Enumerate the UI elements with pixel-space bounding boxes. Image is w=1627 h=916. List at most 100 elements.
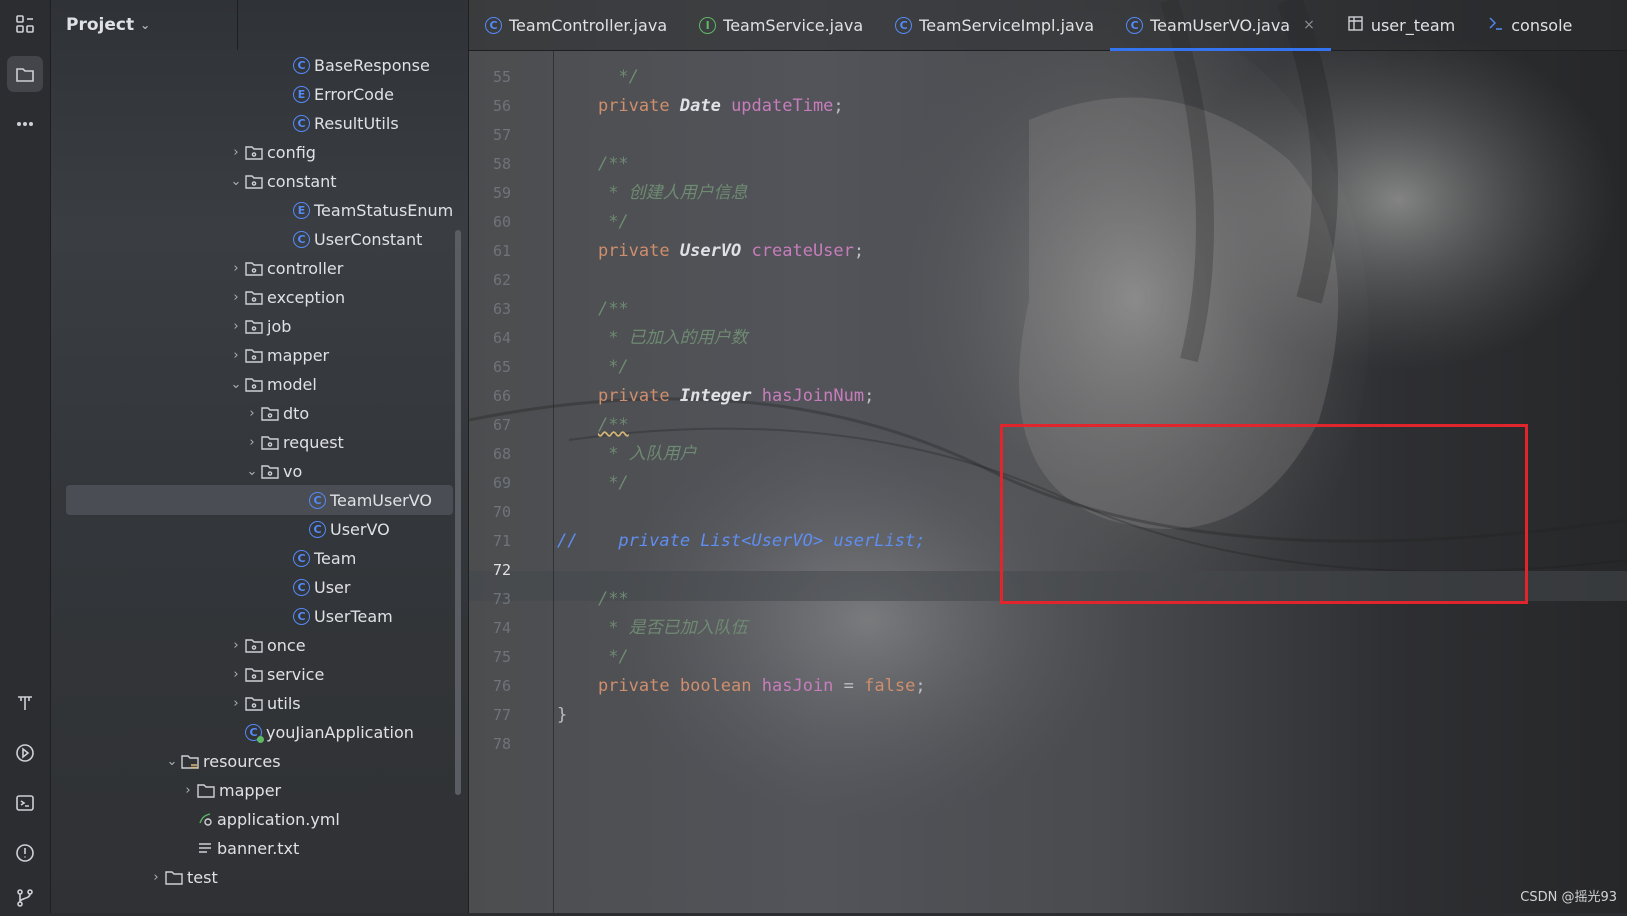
terminal-icon[interactable] (7, 785, 43, 821)
code-line-55[interactable]: */ (557, 62, 638, 92)
code-line-73[interactable]: /** (557, 584, 629, 614)
tree-item-banner-txt[interactable]: ›banner.txt (51, 833, 459, 863)
line-number[interactable]: 60 (469, 207, 511, 237)
chevron-right-icon[interactable]: › (227, 319, 245, 334)
tree-item-service[interactable]: › service (51, 659, 459, 689)
close-icon[interactable]: × (1303, 17, 1315, 33)
chevron-down-icon[interactable]: ⌄ (227, 174, 245, 189)
project-scrollbar[interactable] (455, 230, 461, 795)
line-number[interactable]: 73 (469, 584, 511, 614)
line-number[interactable]: 74 (469, 613, 511, 643)
tree-item-resources[interactable]: ⌄ resources (51, 746, 459, 776)
code-line-69[interactable]: */ (557, 468, 628, 498)
chevron-down-icon[interactable]: ⌄ (163, 754, 181, 769)
line-number[interactable]: 77 (469, 700, 511, 730)
line-number[interactable]: 68 (469, 439, 511, 469)
line-number[interactable]: 59 (469, 178, 511, 208)
code-line-71[interactable]: // private List<UserVO> userList; (557, 526, 925, 556)
tree-item-user[interactable]: ›CUser (51, 572, 459, 602)
line-number[interactable]: 67 (469, 410, 511, 440)
chevron-right-icon[interactable]: › (227, 290, 245, 305)
tree-item-userconstant[interactable]: ›CUserConstant (51, 224, 459, 254)
tree-item-constant[interactable]: ⌄ constant (51, 166, 459, 196)
line-number[interactable]: 78 (469, 729, 511, 759)
code-line-68[interactable]: * 入队用户 (557, 439, 696, 469)
line-number[interactable]: 57 (469, 120, 511, 150)
code-line-75[interactable]: */ (557, 642, 628, 672)
chevron-right-icon[interactable]: › (227, 638, 245, 653)
problems-icon[interactable] (7, 835, 43, 871)
tree-item-config[interactable]: › config (51, 137, 459, 167)
code-line-77[interactable]: } (557, 700, 567, 730)
chevron-right-icon[interactable]: › (179, 783, 197, 798)
tree-item-application-yml[interactable]: ›application.yml (51, 804, 459, 834)
tree-item-teamuservo[interactable]: ›CTeamUserVO (66, 485, 453, 515)
chevron-right-icon[interactable]: › (227, 145, 245, 160)
line-number[interactable]: 58 (469, 149, 511, 179)
line-number[interactable]: 64 (469, 323, 511, 353)
tab-teamserviceimpl[interactable]: C TeamServiceImpl.java (879, 0, 1110, 50)
chevron-down-icon[interactable]: ⌄ (227, 377, 245, 392)
tab-teamcontroller[interactable]: C TeamController.java (469, 0, 683, 50)
tree-item-once[interactable]: › once (51, 630, 459, 660)
tab-console[interactable]: console (1471, 0, 1588, 50)
line-number[interactable]: 66 (469, 381, 511, 411)
line-number[interactable]: 61 (469, 236, 511, 266)
tree-item-mapper[interactable]: › mapper (51, 775, 459, 805)
chevron-down-icon[interactable]: ⌄ (243, 464, 261, 479)
tree-item-baseresponse[interactable]: ›CBaseResponse (51, 50, 459, 80)
line-number[interactable]: 75 (469, 642, 511, 672)
code-line-63[interactable]: /** (557, 294, 629, 324)
tab-user-team[interactable]: user_team (1331, 0, 1471, 50)
chevron-right-icon[interactable]: › (227, 348, 245, 363)
line-number[interactable]: 55 (469, 62, 511, 92)
line-number[interactable]: 72 (469, 555, 511, 585)
tree-item-uservo[interactable]: ›CUserVO (51, 514, 459, 544)
tree-item-controller[interactable]: › controller (51, 253, 459, 283)
chevron-right-icon[interactable]: › (243, 435, 261, 450)
code-line-67[interactable]: /** (557, 410, 629, 440)
line-number[interactable]: 70 (469, 497, 511, 527)
build-icon[interactable] (7, 685, 43, 721)
tree-item-dto[interactable]: › dto (51, 398, 459, 428)
chevron-right-icon[interactable]: › (227, 696, 245, 711)
code-line-74[interactable]: * 是否已加入队伍 (557, 613, 747, 643)
git-icon[interactable] (7, 880, 43, 916)
tree-item-test[interactable]: › test (51, 862, 459, 892)
tree-item-errorcode[interactable]: ›EErrorCode (51, 79, 459, 109)
tree-item-model[interactable]: ⌄ model (51, 369, 459, 399)
project-folder-icon[interactable] (7, 56, 43, 92)
code-line-64[interactable]: * 已加入的用户数 (557, 323, 747, 353)
code-line-61[interactable]: private UserVO createUser; (557, 236, 864, 266)
tab-teamservice[interactable]: I TeamService.java (683, 0, 879, 50)
run-icon[interactable] (7, 735, 43, 771)
tree-item-mapper[interactable]: › mapper (51, 340, 459, 370)
line-number[interactable]: 71 (469, 526, 511, 556)
code-line-58[interactable]: /** (557, 149, 629, 179)
line-number[interactable]: 65 (469, 352, 511, 382)
tree-item-resultutils[interactable]: ›CResultUtils (51, 108, 459, 138)
tree-item-youjianapplication[interactable]: ›CyouJianApplication (51, 717, 459, 747)
line-number[interactable]: 63 (469, 294, 511, 324)
line-number[interactable]: 62 (469, 265, 511, 295)
tree-item-team[interactable]: ›CTeam (51, 543, 459, 573)
project-view-selector[interactable]: Project ⌄ (66, 15, 150, 35)
chevron-right-icon[interactable]: › (243, 406, 261, 421)
tree-item-exception[interactable]: › exception (51, 282, 459, 312)
more-icon[interactable] (7, 106, 43, 142)
tree-item-job[interactable]: › job (51, 311, 459, 341)
tree-item-teamstatusenum[interactable]: ›ETeamStatusEnum (51, 195, 459, 225)
code-line-56[interactable]: private Date updateTime; (557, 91, 844, 121)
tree-item-utils[interactable]: › utils (51, 688, 459, 718)
chevron-right-icon[interactable]: › (227, 261, 245, 276)
chevron-right-icon[interactable]: › (227, 667, 245, 682)
structure-icon[interactable] (7, 6, 43, 42)
code-line-76[interactable]: private boolean hasJoin = false; (557, 671, 926, 701)
code-line-59[interactable]: * 创建人用户信息 (557, 178, 747, 208)
line-number[interactable]: 76 (469, 671, 511, 701)
code-line-66[interactable]: private Integer hasJoinNum; (557, 381, 874, 411)
line-number[interactable]: 69 (469, 468, 511, 498)
tree-item-userteam[interactable]: ›CUserTeam (51, 601, 459, 631)
tree-item-vo[interactable]: ⌄ vo (51, 456, 459, 486)
code-line-65[interactable]: */ (557, 352, 628, 382)
